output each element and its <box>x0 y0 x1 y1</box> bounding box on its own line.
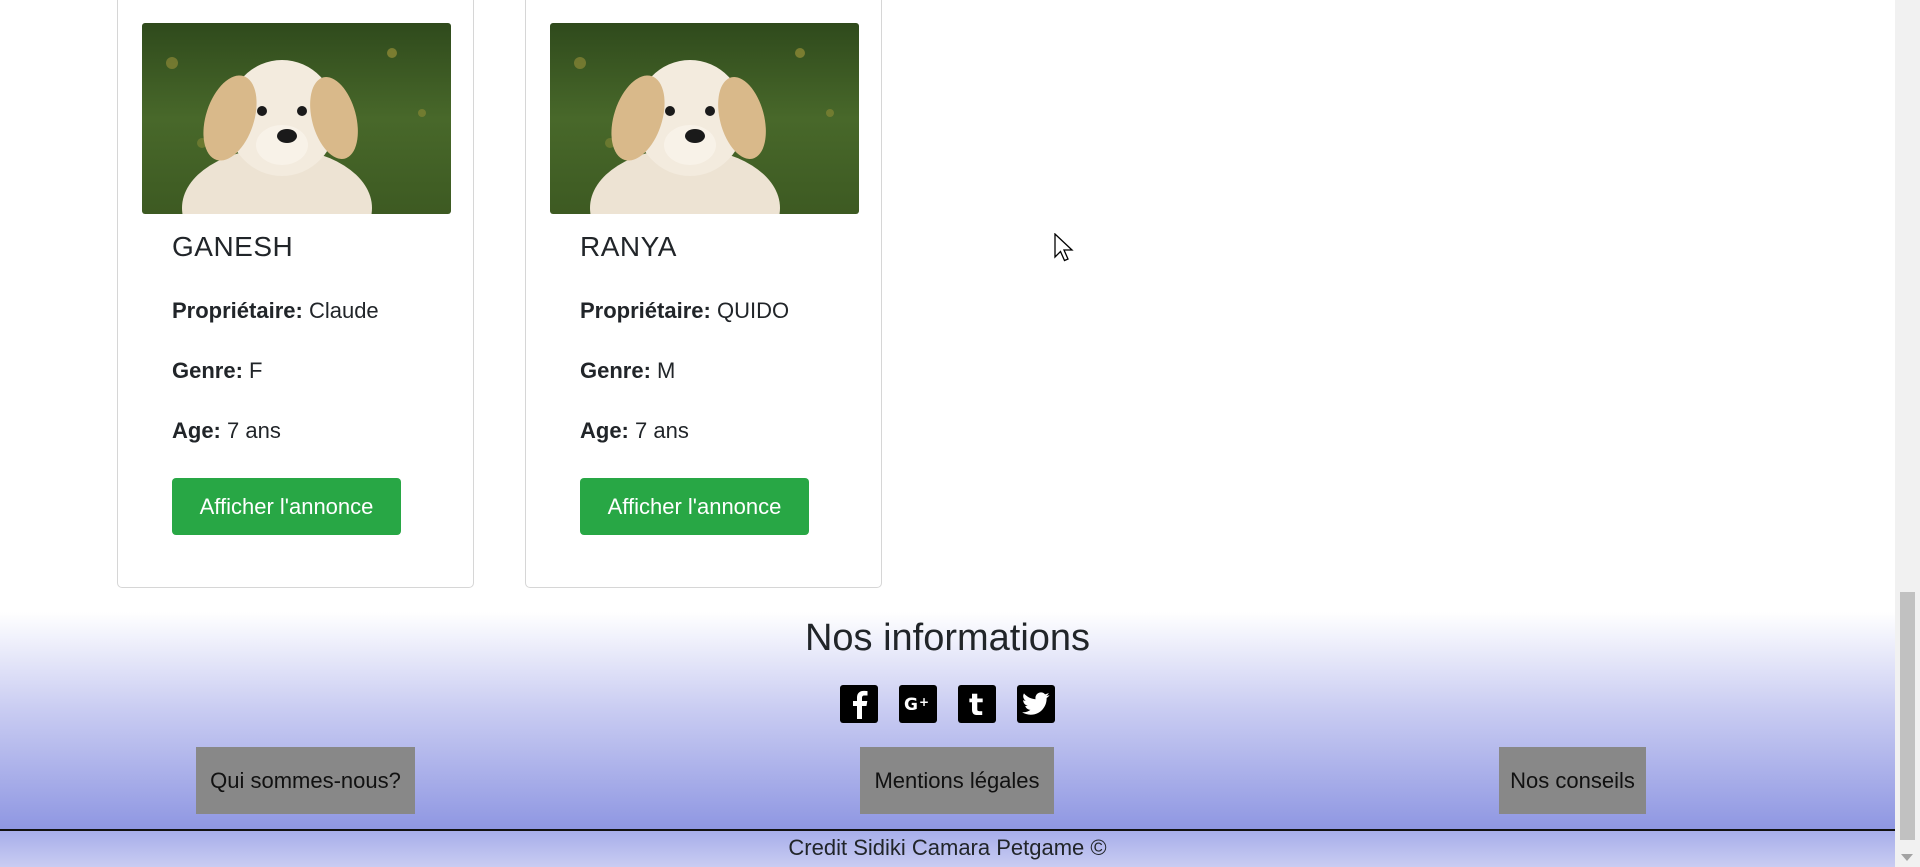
owner-value: Claude <box>308 298 379 323</box>
age-field: Age: 7 ans <box>172 418 281 444</box>
legal-notice-button[interactable]: Mentions légales <box>860 747 1054 814</box>
genre-value: F <box>249 358 263 383</box>
genre-label: Genre: <box>580 358 651 383</box>
footer-title: Nos informations <box>804 617 1091 659</box>
pet-name: GANESH <box>172 231 294 262</box>
owner-field: Propriétaire: Claude <box>172 298 379 324</box>
dog-image <box>550 23 859 214</box>
age-value: 7 ans <box>227 418 281 443</box>
age-field: Age: 7 ans <box>580 418 689 444</box>
dog-image <box>142 23 451 214</box>
twitter-icon[interactable] <box>1017 685 1055 723</box>
pet-name: RANYA <box>580 231 677 262</box>
scrollbar-thumb[interactable] <box>1900 592 1915 840</box>
about-us-button[interactable]: Qui sommes-nous? <box>196 747 415 814</box>
pet-photo[interactable] <box>142 23 451 214</box>
genre-value: M <box>657 358 676 383</box>
scroll-down-arrow-icon[interactable] <box>1901 854 1913 861</box>
view-listing-button[interactable]: Afficher l'annonce <box>172 478 401 535</box>
mouse-cursor-icon <box>1054 233 1074 262</box>
age-label: Age: <box>580 418 629 443</box>
main-content: GANESH Propriétaire: Claude Genre: F Age… <box>0 0 1895 867</box>
credit-bar: Credit Sidiki Camara Petgame © <box>0 829 1895 867</box>
svg-text:+: + <box>919 695 929 709</box>
age-value: 7 ans <box>635 418 689 443</box>
genre-label: Genre: <box>172 358 243 383</box>
genre-field: Genre: F <box>172 358 263 384</box>
pet-photo[interactable] <box>550 23 859 214</box>
owner-value: QUIDO <box>716 298 790 323</box>
page: GANESH Propriétaire: Claude Genre: F Age… <box>0 0 1920 867</box>
view-listing-button[interactable]: Afficher l'annonce <box>580 478 809 535</box>
age-label: Age: <box>172 418 221 443</box>
vertical-scrollbar[interactable] <box>1895 0 1920 867</box>
footer: Nos informations G + t Qui sommes-nous? M… <box>0 612 1895 829</box>
facebook-icon[interactable] <box>840 685 878 723</box>
credit-text: Credit Sidiki Camara Petgame © <box>788 835 1107 860</box>
tumblr-icon[interactable]: t <box>958 685 996 723</box>
svg-text:G: G <box>904 695 918 714</box>
pet-card: GANESH Propriétaire: Claude Genre: F Age… <box>117 0 474 588</box>
google-plus-icon[interactable]: G + <box>899 685 937 723</box>
advice-button[interactable]: Nos conseils <box>1499 747 1646 814</box>
genre-field: Genre: M <box>580 358 675 384</box>
owner-label: Propriétaire: <box>172 298 303 323</box>
owner-field: Propriétaire: QUIDO <box>580 298 789 324</box>
owner-label: Propriétaire: <box>580 298 711 323</box>
pet-card: RANYA Propriétaire: QUIDO Genre: M Age: … <box>525 0 882 588</box>
svg-text:t: t <box>969 689 983 719</box>
social-links: G + t <box>0 685 1895 723</box>
